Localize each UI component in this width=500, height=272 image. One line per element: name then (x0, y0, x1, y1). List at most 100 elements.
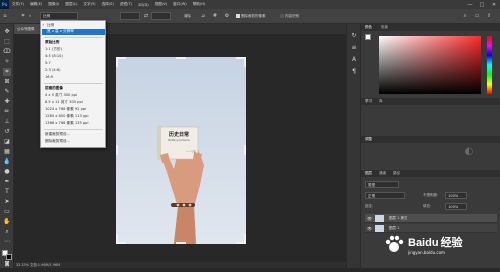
layer-filter-kind[interactable]: 类型 (365, 181, 399, 188)
width-input[interactable] (120, 12, 140, 20)
tab-libraries[interactable]: 库 (379, 99, 383, 104)
hue-slider[interactable] (487, 36, 492, 94)
blend-mode-select[interactable]: 正常 (365, 192, 405, 199)
tab-learn[interactable]: 学习 (365, 99, 372, 104)
blur-tool-icon[interactable]: 💧 (3, 158, 11, 166)
crop-tool-preset-icon[interactable]: ⌗ (20, 13, 26, 19)
clear-button[interactable]: 清除 (184, 14, 191, 19)
menu-3d[interactable]: 3D(D) (135, 3, 152, 7)
menu-edit[interactable]: 编辑(E) (27, 2, 45, 7)
gradient-tool-icon[interactable]: ▦ (3, 148, 11, 156)
crop-handle-right[interactable] (244, 145, 246, 155)
dropdown-item-1024x768[interactable]: 1024 x 768 像素 92 ppi (45, 107, 86, 112)
workspace-icon[interactable]: ▭ (474, 13, 480, 19)
menu-file[interactable]: 文件(F) (9, 2, 27, 7)
dropdown-item-wxhxres[interactable]: 宽 x 高 x 分辨率 (47, 29, 74, 34)
menu-select[interactable]: 选择(S) (99, 2, 117, 7)
properties-panel-icon[interactable]: ≡ (350, 44, 358, 52)
pen-tool-icon[interactable]: ✒ (3, 178, 11, 186)
tab-layers[interactable]: 图层 (365, 171, 372, 176)
dropdown-item-delete-preset[interactable]: 删除裁剪预设... (45, 139, 70, 144)
tab-swatches[interactable]: 色板 (381, 25, 388, 30)
height-input[interactable] (151, 12, 171, 20)
foreground-color-chip[interactable] (365, 34, 371, 40)
menu-view[interactable]: 视图(V) (152, 2, 170, 7)
crop-handle-left[interactable] (116, 145, 118, 155)
dodge-tool-icon[interactable]: ● (3, 168, 11, 176)
rectangle-tool-icon[interactable]: ▭ (3, 208, 11, 216)
dropdown-item-4-5[interactable]: 4:5 (8:10) (45, 54, 63, 58)
content-aware-checkbox[interactable]: 内容识别 (280, 14, 299, 19)
menu-help[interactable]: 帮助(H) (190, 2, 209, 7)
character-panel-icon[interactable]: A (350, 56, 358, 64)
more-tools-icon[interactable]: ⋯ (3, 238, 11, 246)
frame-tool-icon[interactable]: ⊠ (3, 78, 11, 86)
close-window-button[interactable]: ✕ (488, 0, 500, 9)
magic-wand-icon[interactable]: ✧ (3, 58, 11, 66)
dropdown-item-1-1[interactable]: 1:1 (方形) (45, 47, 62, 52)
delete-cropped-pixels-checkbox[interactable]: 删除裁剪的像素 (236, 14, 266, 19)
search-icon[interactable]: ⌕ (462, 13, 468, 19)
color-picker-field[interactable] (379, 36, 481, 94)
fill-input[interactable]: 100% (445, 203, 467, 210)
crop-handle-bottom-left-v[interactable] (116, 234, 118, 244)
dropdown-item-new-preset[interactable]: 新建裁剪预设... (45, 132, 70, 137)
dropdown-item-8-5x11in[interactable]: 8.5 x 11 英寸 300 ppi (45, 100, 83, 105)
layer-row[interactable]: 👁 图层 1 拷贝 (365, 214, 497, 223)
opacity-input[interactable]: 100% (445, 192, 467, 199)
opacity-value: 100% (448, 194, 459, 198)
crop-handle-bottom-right-v[interactable] (244, 234, 246, 244)
layer-filter-label: 类型 (368, 183, 376, 187)
photo-canvas[interactable]: 历史日常 Nothing remains —— 小记 (116, 57, 246, 244)
hand-tool-icon[interactable]: ✋ (3, 218, 11, 226)
crop-handle-top-right-v[interactable] (244, 57, 246, 67)
quick-mask-icon[interactable]: ◙ (3, 260, 11, 268)
dropdown-item-16-9[interactable]: 16:9 (45, 75, 53, 79)
tab-color[interactable]: 颜色 (365, 25, 372, 30)
straighten-icon[interactable]: ⊿ (200, 13, 206, 19)
menu-image[interactable]: 图像(I) (45, 2, 62, 7)
minimize-button[interactable]: — (464, 0, 476, 9)
tab-adjustments[interactable]: 调整 (365, 137, 372, 142)
crop-tool-icon[interactable]: ⌗ (3, 68, 11, 76)
menu-window[interactable]: 窗口(W) (170, 2, 190, 7)
ratio-select[interactable]: 比例 (40, 12, 78, 20)
dropdown-item-4x5in[interactable]: 4 x 5 英寸 300 ppi (45, 93, 77, 98)
zoom-tool-icon[interactable]: ⌕ (3, 228, 11, 236)
settings-gear-icon[interactable]: ⚙ (224, 13, 230, 19)
dropdown-item-2-3[interactable]: 2:3 (4:6) (45, 68, 61, 72)
history-panel-icon[interactable]: ↻ (350, 32, 358, 40)
menu-filter[interactable]: 滤镜(T) (117, 2, 135, 7)
crop-handle-bottom[interactable] (176, 242, 186, 244)
tab-paths[interactable]: 路径 (393, 171, 400, 176)
healing-brush-icon[interactable]: ✚ (3, 98, 11, 106)
menu-layer[interactable]: 图层(L) (62, 2, 80, 7)
maximize-button[interactable]: □ (476, 0, 488, 9)
history-brush-icon[interactable]: ↺ (3, 128, 11, 136)
path-selection-icon[interactable]: ➤ (3, 198, 11, 206)
dropdown-item-5-7[interactable]: 5:7 (45, 61, 51, 65)
home-icon[interactable]: ⌂ (2, 13, 8, 19)
dropdown-item-1366x768[interactable]: 1366 x 768 像素 135 ppi (45, 121, 88, 126)
eraser-tool-icon[interactable]: ◪ (3, 138, 11, 146)
overlay-grid-icon[interactable]: # (212, 13, 218, 19)
paragraph-panel-icon[interactable]: ¶ (350, 68, 358, 76)
share-icon[interactable]: ⇪ (486, 13, 492, 19)
chevron-down-icon[interactable]: ▾ (27, 13, 33, 19)
crop-handle-top-left-v[interactable] (116, 57, 118, 67)
tab-channels[interactable]: 通道 (379, 171, 386, 176)
menu-type[interactable]: 文字(Y) (80, 2, 98, 7)
visibility-eye-icon[interactable]: 👁 (367, 216, 372, 221)
clone-stamp-icon[interactable]: ⊥ (3, 118, 11, 126)
move-tool-icon[interactable]: ✥ (3, 28, 11, 36)
swap-dimensions-icon[interactable]: ⇄ (143, 13, 149, 19)
type-tool-icon[interactable]: T (3, 188, 11, 196)
crop-handle-top[interactable] (176, 57, 186, 59)
dropdown-item-1280x800[interactable]: 1280 x 800 像素 113 ppi (45, 114, 88, 119)
marquee-tool-icon[interactable]: ⬚ (3, 38, 11, 46)
visibility-eye-icon[interactable]: 👁 (367, 226, 372, 231)
lasso-tool-icon[interactable]: ↀ (3, 48, 11, 56)
eyedropper-icon[interactable]: ✎ (3, 88, 11, 96)
brush-tool-icon[interactable]: ✏ (3, 108, 11, 116)
dropdown-item-ratio[interactable]: 比例 (47, 23, 54, 28)
